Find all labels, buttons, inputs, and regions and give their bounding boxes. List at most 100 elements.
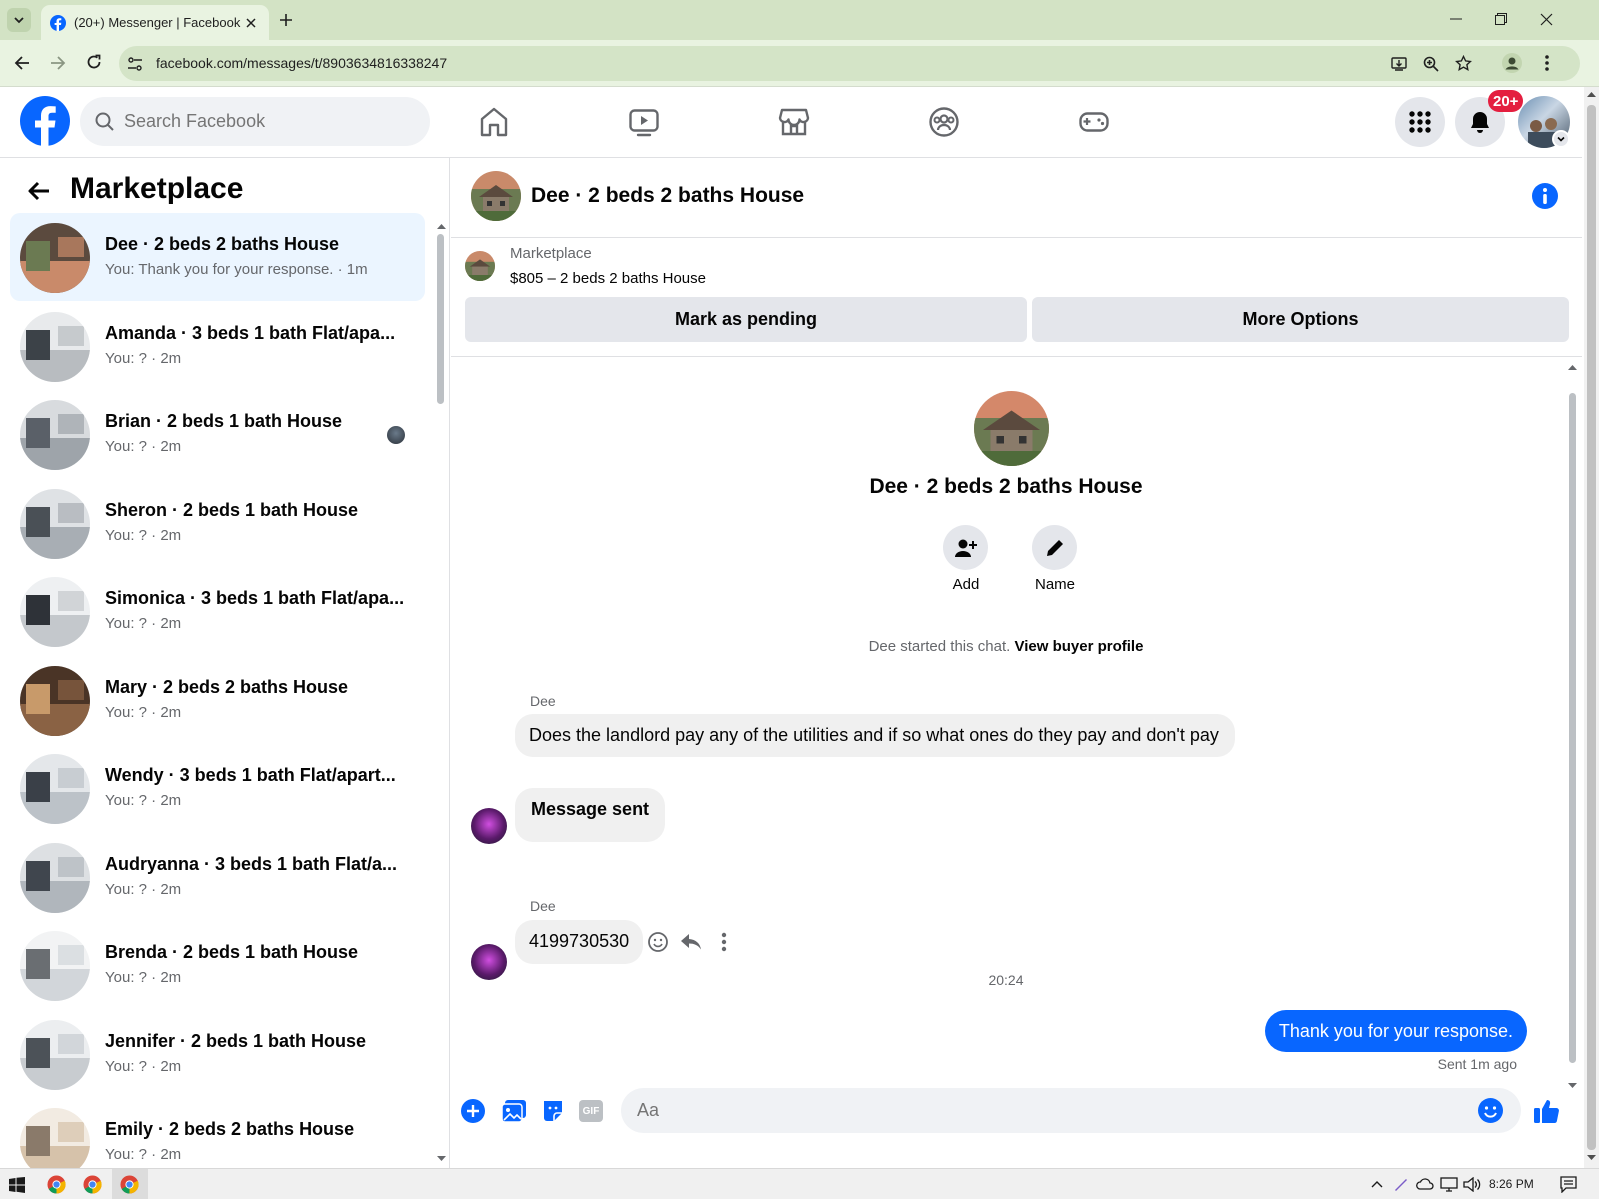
home-icon[interactable]	[478, 106, 510, 138]
conversation-item[interactable]: Audryanna · 3 beds 1 bath Flat/a... You: …	[10, 833, 425, 921]
search-box[interactable]	[80, 97, 430, 146]
page-scrollbar-thumb[interactable]	[1587, 105, 1596, 1150]
profile-icon[interactable]	[1502, 53, 1522, 73]
browser-tab[interactable]: (20+) Messenger | Facebook	[41, 5, 269, 40]
site-info-icon[interactable]	[127, 56, 143, 72]
page-scrollbar[interactable]	[1584, 87, 1599, 1168]
video-icon[interactable]	[628, 106, 660, 138]
tray-chevron-up-icon[interactable]	[1371, 1180, 1383, 1188]
windows-start-icon[interactable]	[9, 1177, 25, 1193]
groups-icon[interactable]	[928, 106, 960, 138]
listing-photo-icon	[20, 577, 90, 647]
profile-avatar[interactable]	[974, 391, 1049, 466]
close-window-icon[interactable]	[1540, 13, 1553, 26]
listing-photo-icon	[20, 665, 90, 736]
listing-photo-icon	[20, 754, 90, 824]
conversation-item[interactable]: Sheron · 2 beds 1 bath House You: ? · 2m	[10, 479, 425, 567]
conversation-item[interactable]: Wendy · 3 beds 1 bath Flat/apart... You: …	[10, 744, 425, 832]
chrome-icon[interactable]	[120, 1175, 139, 1194]
conversation-item[interactable]: Simonica · 3 beds 1 bath Flat/apa... You:…	[10, 567, 425, 655]
browser-menu-icon[interactable]	[1545, 54, 1549, 72]
restore-icon[interactable]	[1495, 13, 1507, 25]
name-button[interactable]	[1032, 525, 1077, 570]
add-attachment-icon[interactable]	[460, 1098, 486, 1124]
more-actions-icon[interactable]	[721, 932, 727, 952]
scroll-down-icon[interactable]	[437, 1156, 446, 1162]
message-sent-bubble[interactable]: Message sent	[515, 788, 666, 842]
bookmark-star-icon[interactable]	[1455, 55, 1472, 72]
new-tab-icon[interactable]	[279, 13, 293, 27]
react-emoji-icon[interactable]	[647, 931, 669, 953]
account-menu-button[interactable]	[1552, 130, 1570, 148]
gaming-icon[interactable]	[1078, 106, 1110, 138]
marketplace-icon[interactable]	[778, 106, 810, 138]
gif-button[interactable]: GIF	[579, 1100, 603, 1122]
scroll-up-icon[interactable]	[437, 223, 446, 229]
chat-header-avatar[interactable]	[471, 171, 521, 221]
conversation-preview: You: ? · 2m	[105, 792, 182, 809]
forward-arrow-icon[interactable]	[50, 55, 66, 71]
conversation-item[interactable]: Brian · 2 beds 1 bath House You: ? · 2m	[10, 390, 425, 478]
close-tab-icon[interactable]	[245, 17, 257, 29]
view-buyer-profile-link[interactable]: View buyer profile	[1014, 638, 1143, 655]
notification-center-icon[interactable]	[1560, 1176, 1577, 1193]
tab-search-button[interactable]	[7, 8, 31, 32]
taskbar-clock[interactable]: 8:26 PM	[1489, 1177, 1534, 1191]
sidebar-title: Marketplace	[70, 172, 244, 205]
conversation-item[interactable]: Dee · 2 beds 2 baths House You: Thank you…	[10, 213, 425, 301]
conversation-item[interactable]: Brenda · 2 beds 1 bath House You: ? · 2m	[10, 921, 425, 1009]
listing-price[interactable]: $805 – 2 beds 2 baths House	[510, 270, 706, 287]
search-input[interactable]	[124, 109, 414, 134]
search-icon	[95, 112, 114, 131]
facebook-logo-icon[interactable]	[20, 96, 70, 146]
reload-icon[interactable]	[86, 54, 102, 70]
message-input[interactable]	[637, 1098, 1457, 1123]
conversation-title: Dee · 2 beds 2 baths House	[105, 234, 340, 254]
more-options-button[interactable]: More Options	[1032, 297, 1569, 342]
info-icon[interactable]	[1531, 182, 1559, 210]
conversation-item[interactable]: Amanda · 3 beds 1 bath Flat/apa... You: ?…	[10, 302, 425, 390]
sender-avatar[interactable]	[471, 808, 507, 844]
sidebar-scrollbar[interactable]	[437, 234, 444, 404]
back-arrow-icon[interactable]	[14, 55, 30, 71]
sticker-icon[interactable]	[541, 1098, 565, 1124]
conversation-title: Simonica · 3 beds 1 bath Flat/apa...	[105, 588, 405, 608]
emoji-icon[interactable]	[1477, 1097, 1504, 1124]
pen-icon[interactable]	[1393, 1176, 1409, 1192]
install-app-icon[interactable]	[1391, 56, 1407, 72]
photo-icon[interactable]	[501, 1099, 527, 1123]
menu-button[interactable]	[1395, 97, 1445, 147]
conversation-item[interactable]: Mary · 2 beds 2 baths House You: ? · 2m	[10, 656, 425, 744]
chat-scrollbar[interactable]	[1569, 393, 1576, 1063]
scroll-down-icon[interactable]	[1587, 1155, 1596, 1161]
conversation-item[interactable]: Jennifer · 2 beds 1 bath House You: ? · 2…	[10, 1010, 425, 1098]
minimize-icon[interactable]	[1450, 18, 1462, 20]
volume-icon[interactable]	[1463, 1177, 1481, 1192]
back-arrow-icon[interactable]	[27, 179, 51, 203]
mark-as-pending-button[interactable]: Mark as pending	[465, 297, 1027, 342]
conversation-thumbnail	[20, 488, 90, 559]
listing-thumbnail[interactable]	[465, 251, 495, 281]
chrome-icon[interactable]	[47, 1175, 66, 1194]
add-button[interactable]	[943, 525, 988, 570]
scroll-up-icon[interactable]	[1568, 364, 1577, 370]
onedrive-icon[interactable]	[1416, 1177, 1434, 1191]
reply-icon[interactable]	[680, 932, 702, 952]
chat-title[interactable]: Dee · 2 beds 2 baths House	[531, 184, 804, 208]
scroll-up-icon[interactable]	[1587, 91, 1596, 97]
conversation-thumbnail	[20, 577, 90, 647]
phone-number-bubble[interactable]: 4199730530	[515, 920, 644, 964]
address-bar[interactable]: facebook.com/messages/t/8903634816338247	[119, 46, 1580, 81]
conversation-item[interactable]: Emily · 2 beds 2 baths House You: ? · 2m	[10, 1098, 425, 1168]
conversation-preview: You: ? · 2m	[105, 438, 182, 455]
network-icon[interactable]	[1440, 1177, 1458, 1192]
chrome-icon[interactable]	[83, 1175, 102, 1194]
received-message-bubble[interactable]: Does the landlord pay any of the utiliti…	[515, 714, 1235, 757]
notification-badge: 20+	[1488, 90, 1524, 112]
sent-message-bubble[interactable]: Thank you for your response.	[1264, 1010, 1527, 1052]
thumbs-up-icon[interactable]	[1533, 1097, 1561, 1125]
conversation-thumbnail	[20, 400, 90, 470]
message-input-box[interactable]	[621, 1088, 1521, 1133]
zoom-icon[interactable]	[1423, 56, 1439, 72]
conversation-title: Brian · 2 beds 1 bath House	[105, 411, 343, 431]
